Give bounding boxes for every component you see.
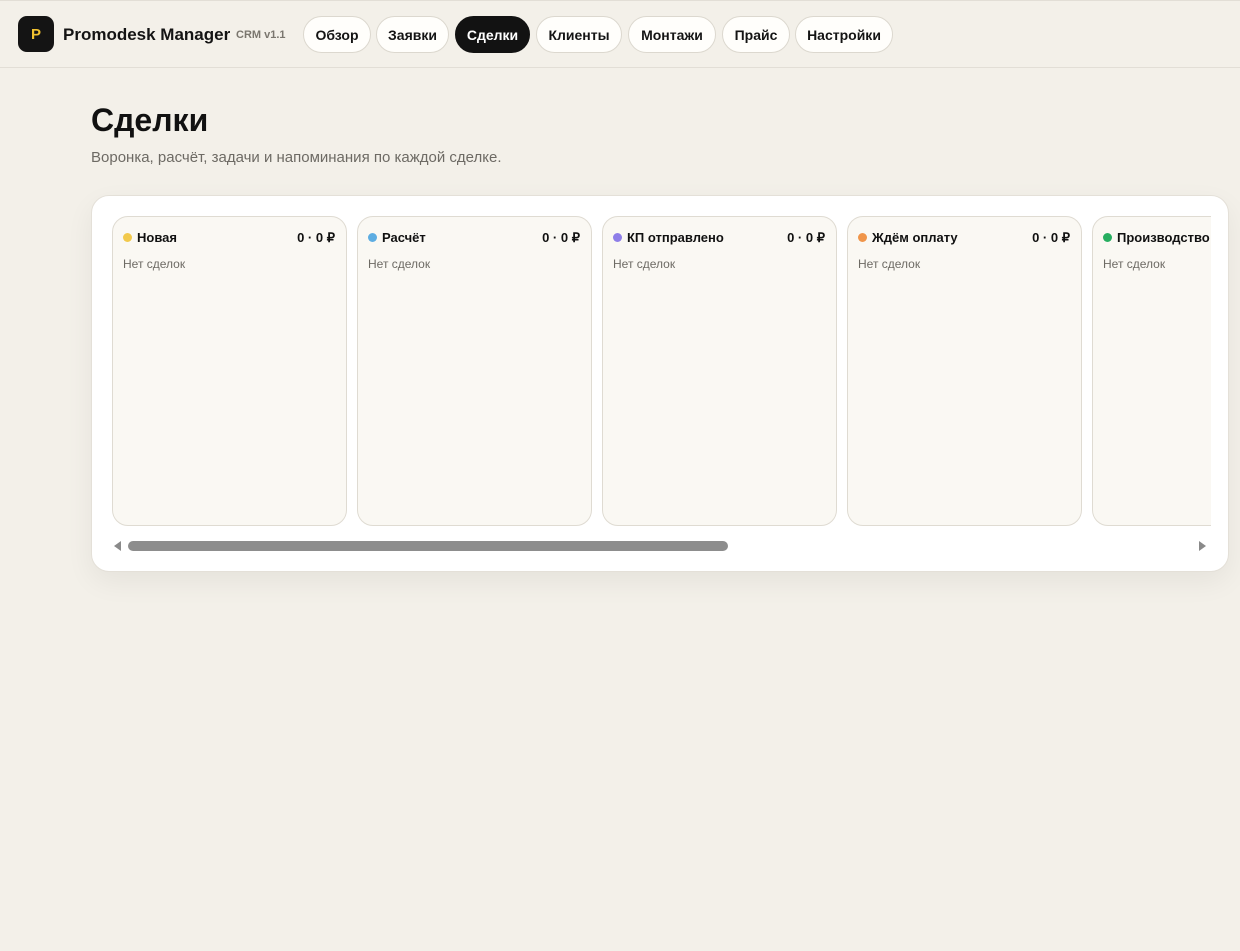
tab-label: Заявки xyxy=(388,26,437,43)
column-summary: 0 · 0 ₽ xyxy=(542,230,580,245)
tab-label: Клиенты xyxy=(548,26,610,43)
tab-overview[interactable]: Обзор xyxy=(303,16,371,53)
tab-label: Обзор xyxy=(315,26,359,43)
tab-deals[interactable]: Сделки xyxy=(455,16,530,53)
logo-letter: P xyxy=(30,25,41,43)
kanban-scroll-area[interactable]: Новая 0 · 0 ₽ Нет сделок Расчёт 0 · 0 ₽ … xyxy=(112,216,1211,527)
tab-pricelist[interactable]: Прайс xyxy=(722,16,790,53)
column-summary: 0 · 0 ₽ xyxy=(1032,230,1070,245)
tab-label: Прайс xyxy=(734,26,778,43)
tab-requests[interactable]: Заявки xyxy=(376,16,449,53)
column-title: Производство xyxy=(1117,230,1210,245)
kanban-column-production: Производство Нет сделок xyxy=(1092,216,1211,526)
empty-state-text: Нет сделок xyxy=(1103,257,1166,271)
tab-label: Сделки xyxy=(466,26,519,43)
kanban-column-calculation: Расчёт 0 · 0 ₽ Нет сделок xyxy=(357,216,592,526)
stage-color-dot xyxy=(123,233,132,242)
column-title: Ждём оплату xyxy=(872,230,958,245)
scroll-left-arrow[interactable] xyxy=(114,541,121,551)
empty-state-text: Нет сделок xyxy=(123,257,186,271)
stage-color-dot xyxy=(858,233,867,242)
tab-settings[interactable]: Настройки xyxy=(795,16,893,53)
scroll-right-arrow[interactable] xyxy=(1199,541,1206,551)
page-title: Сделки xyxy=(91,102,209,138)
deals-kanban-board: Новая 0 · 0 ₽ Нет сделок Расчёт 0 · 0 ₽ … xyxy=(91,195,1229,572)
stage-color-dot xyxy=(1103,233,1112,242)
version-badge: CRM v1.1 xyxy=(236,29,286,41)
tab-installations[interactable]: Монтажи xyxy=(628,16,716,53)
empty-state-text: Нет сделок xyxy=(613,257,676,271)
top-navigation-bar: P Promodesk Manager CRM v1.1 Обзор Заявк… xyxy=(0,0,1240,68)
kanban-column-proposal-sent: КП отправлено 0 · 0 ₽ Нет сделок xyxy=(602,216,837,526)
horizontal-scrollbar-thumb[interactable] xyxy=(128,541,728,551)
tab-label: Настройки xyxy=(807,26,881,43)
column-title: КП отправлено xyxy=(627,230,724,245)
stage-color-dot xyxy=(613,233,622,242)
kanban-column-new: Новая 0 · 0 ₽ Нет сделок xyxy=(112,216,347,526)
column-summary: 0 · 0 ₽ xyxy=(297,230,335,245)
kanban-column-awaiting-payment: Ждём оплату 0 · 0 ₽ Нет сделок xyxy=(847,216,1082,526)
page-subtitle: Воронка, расчёт, задачи и напоминания по… xyxy=(91,149,502,166)
app-name: Promodesk Manager xyxy=(63,25,231,44)
column-title: Расчёт xyxy=(382,230,426,245)
column-title: Новая xyxy=(137,230,177,245)
empty-state-text: Нет сделок xyxy=(858,257,921,271)
column-summary: 0 · 0 ₽ xyxy=(787,230,825,245)
app-logo[interactable]: P xyxy=(18,16,54,52)
tab-clients[interactable]: Клиенты xyxy=(536,16,622,53)
empty-state-text: Нет сделок xyxy=(368,257,431,271)
stage-color-dot xyxy=(368,233,377,242)
tab-label: Монтажи xyxy=(641,26,703,43)
